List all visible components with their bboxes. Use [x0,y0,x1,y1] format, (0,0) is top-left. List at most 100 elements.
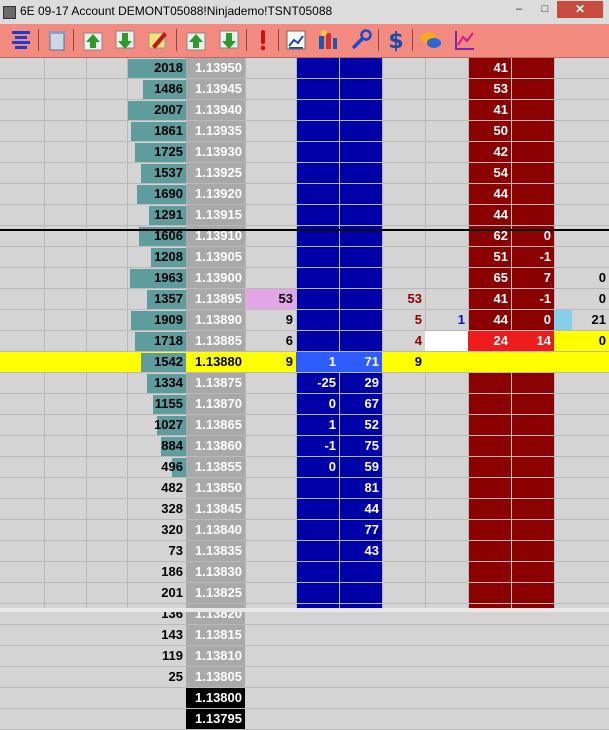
sell-cell[interactable]: 65 [468,268,511,288]
price-cell[interactable]: 1.13820 [186,604,245,624]
ladder-row[interactable]: 1.13930 1725 42 [0,142,609,163]
sell-cell[interactable]: 44 [468,310,511,330]
ladder-row[interactable]: 1.13855 496 0 59 [0,457,609,478]
sell-volume-cell[interactable]: 0 [511,310,554,330]
sell-volume-cell[interactable]: 7 [511,268,554,288]
ladder-row[interactable]: 1.13835 73 43 [0,541,609,562]
price-cell[interactable]: 1.13825 [186,583,245,603]
price-ladder[interactable]: 1.13950 2018 41 1.13945 1486 53 1.13940 2007 41 1… [0,58,609,730]
buy-volume-cell[interactable]: 52 [339,415,382,435]
buy-volume-cell[interactable]: 59 [339,457,382,477]
ladder-row[interactable]: 1.13920 1690 44 [0,184,609,205]
chat-button[interactable] [418,27,444,53]
close-button[interactable]: ✕ [557,1,603,18]
ladder-row[interactable]: 1.13950 2018 41 [0,58,609,79]
chart-button[interactable] [452,27,478,53]
ask-size-cell[interactable]: 9 [382,352,425,372]
sell-cell[interactable]: 44 [468,205,511,225]
sell-volume-cell[interactable]: 14 [511,331,554,351]
ask-cell[interactable]: 53 [382,289,425,309]
bid-size-cell[interactable]: 6 [245,331,296,351]
price-cell[interactable]: 1.13925 [186,163,245,183]
sell-cell[interactable]: 44 [468,184,511,204]
ladder-row[interactable]: 1.13885 1718 6 4 24 14 0 [0,331,609,352]
price-cell[interactable]: 1.13880 [186,352,245,372]
price-cell[interactable]: 1.13890 [186,310,245,330]
sell-count-cell[interactable]: 1 [425,310,468,330]
ladder-row[interactable]: 1.13895 1357 53 53 41 -1 0 [0,289,609,310]
sell-volume-cell[interactable]: -1 [511,289,554,309]
sell-cell[interactable]: 42 [468,142,511,162]
price-cell[interactable]: 1.13840 [186,520,245,540]
price-cell[interactable]: 1.13845 [186,499,245,519]
price-cell[interactable]: 1.13860 [186,436,245,456]
recycle-bin-button[interactable] [44,27,70,53]
minimize-button[interactable]: – [506,1,532,18]
ladder-row[interactable]: 1.13800 [0,688,609,709]
scroll-up-button[interactable] [183,27,209,53]
bid-size-cell[interactable]: 53 [245,289,296,309]
buy-cell[interactable]: 0 [296,457,339,477]
ladder-row[interactable]: 1.13850 482 81 [0,478,609,499]
buy-volume-cell[interactable]: 71 [339,352,382,372]
price-cell[interactable]: 1.13870 [186,394,245,414]
column-options-button[interactable] [315,27,341,53]
sell-cell[interactable]: 24 [468,331,511,351]
price-cell[interactable]: 1.13855 [186,457,245,477]
price-cell[interactable]: 1.13800 [186,688,245,708]
ladder-row[interactable]: 1.13875 1334 -25 29 [0,373,609,394]
maximize-button[interactable]: □ [532,1,558,18]
wrench-button[interactable] [348,27,374,53]
price-cell[interactable]: 1.13915 [186,205,245,225]
bid-size-cell[interactable]: 9 [245,310,296,330]
highlighter-button[interactable] [145,27,171,53]
ladder-row[interactable]: 1.13795 [0,709,609,730]
buy-cell[interactable]: -25 [296,373,339,393]
price-cell[interactable]: 1.13945 [186,79,245,99]
move-down-button[interactable] [112,27,138,53]
buy-cell[interactable]: 1 [296,415,339,435]
sell-volume-cell[interactable]: -1 [511,247,554,267]
ladder-row[interactable]: 1.13890 1909 9 5 1 44 0 21 [0,310,609,331]
price-cell[interactable]: 1.13865 [186,415,245,435]
sell-cell[interactable]: 41 [468,58,511,78]
buy-volume-cell[interactable]: 43 [339,541,382,561]
price-cell[interactable]: 1.13810 [186,646,245,666]
ladder-row[interactable]: 1.13840 320 77 [0,520,609,541]
price-cell[interactable]: 1.13815 [186,625,245,645]
buy-volume-cell[interactable]: 75 [339,436,382,456]
buy-volume-cell[interactable]: 44 [339,499,382,519]
buy-volume-cell[interactable]: 77 [339,520,382,540]
buy-volume-cell[interactable]: 29 [339,373,382,393]
ladder-row[interactable]: 1.13805 25 [0,667,609,688]
ladder-row[interactable]: 1.13825 201 [0,583,609,604]
ladder-row[interactable]: 1.13880 1542 9 1 71 9 [0,352,609,373]
buy-volume-cell[interactable]: 81 [339,478,382,498]
move-up-button[interactable] [80,27,106,53]
ladder-row[interactable]: 1.13900 1963 65 7 0 [0,268,609,289]
price-cell[interactable]: 1.13830 [186,562,245,582]
ladder-row[interactable]: 1.13845 328 44 [0,499,609,520]
bid-size-cell[interactable]: 9 [245,352,296,372]
ladder-row[interactable]: 1.13945 1486 53 [0,79,609,100]
price-cell[interactable]: 1.13935 [186,121,245,141]
sell-cell[interactable]: 41 [468,100,511,120]
ladder-row[interactable]: 1.13865 1027 1 52 [0,415,609,436]
ladder-row[interactable]: 1.13810 119 [0,646,609,667]
dollar-button[interactable]: $ [383,27,409,53]
buy-cell[interactable]: 0 [296,394,339,414]
price-cell[interactable]: 1.13795 [186,709,245,729]
price-cell[interactable]: 1.13805 [186,667,245,687]
ladder-row[interactable]: 1.13870 1155 0 67 [0,394,609,415]
sell-cell[interactable]: 53 [468,79,511,99]
alert-button[interactable] [250,27,276,53]
ask-cell[interactable]: 5 [382,310,425,330]
price-cell[interactable]: 1.13895 [186,289,245,309]
price-cell[interactable]: 1.13900 [186,268,245,288]
ladder-row[interactable]: 1.13830 186 [0,562,609,583]
sell-cell[interactable]: 50 [468,121,511,141]
sell-cell[interactable]: 51 [468,247,511,267]
ladder-row[interactable]: 1.13925 1537 54 [0,163,609,184]
price-cell[interactable]: 1.13930 [186,142,245,162]
chart-book-button[interactable] [283,27,309,53]
